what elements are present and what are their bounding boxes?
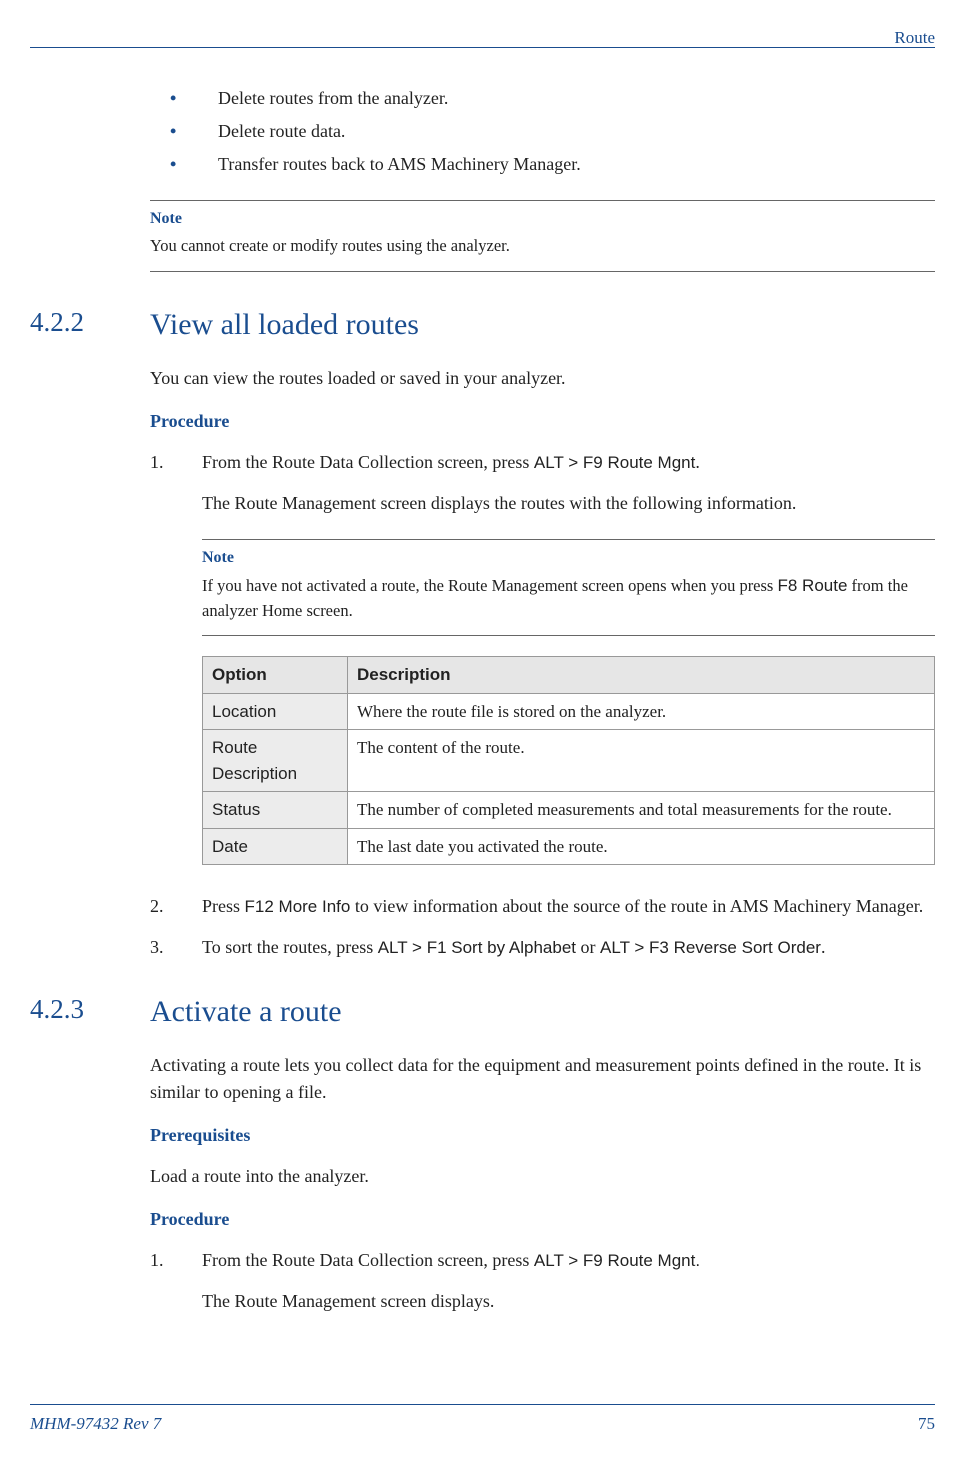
step-text-pre: To sort the routes, press [202, 937, 378, 957]
step-text: To sort the routes, press ALT > F1 Sort … [202, 934, 935, 961]
step-text-pre: Press [202, 896, 245, 916]
table-cell-option: Location [203, 693, 348, 730]
step-text-post: to view information about the source of … [350, 896, 923, 916]
table-cell-option: Route Description [203, 730, 348, 792]
step-text-post: . [821, 937, 826, 957]
page-content: • Delete routes from the analyzer. • Del… [30, 85, 935, 1329]
header-rule [30, 47, 935, 48]
prereq-label: Prerequisites [150, 1122, 935, 1149]
step-cmd: ALT > F9 Route Mgnt [534, 453, 695, 472]
note-label: Note [202, 546, 935, 570]
note-block: Note You cannot create or modify routes … [150, 200, 935, 272]
table-row: Location Where the route file is stored … [203, 693, 935, 730]
note-text: If you have not activated a route, the R… [202, 573, 935, 624]
procedure-step-2: 2. Press F12 More Info to view informati… [150, 893, 935, 920]
step-cmd: ALT > F1 Sort by Alphabet [378, 938, 576, 957]
note-text: You cannot create or modify routes using… [150, 234, 935, 259]
step-result: The Route Management screen displays the… [202, 490, 935, 517]
footer-rev: MHM-97432 Rev 7 [30, 1411, 161, 1437]
table-cell-desc: Where the route file is stored on the an… [348, 693, 935, 730]
table-cell-option: Date [203, 828, 348, 865]
table-row: Route Description The content of the rou… [203, 730, 935, 792]
note-cmd: F8 Route [777, 576, 847, 595]
step-number: 2. [150, 893, 202, 920]
step-text-post: . [695, 452, 700, 472]
step-text: From the Route Data Collection screen, p… [202, 449, 935, 476]
section-intro: Activating a route lets you collect data… [150, 1052, 935, 1106]
note-label: Note [150, 207, 935, 231]
table-header-row: Option Description [203, 657, 935, 694]
step-number: 3. [150, 934, 202, 961]
step-text-pre: From the Route Data Collection screen, p… [202, 1250, 534, 1270]
bullet-text: Delete routes from the analyzer. [218, 85, 935, 112]
bullet-item: • Delete routes from the analyzer. [170, 85, 935, 112]
options-table: Option Description Location Where the ro… [202, 656, 935, 865]
step-cmd: F12 More Info [245, 897, 351, 916]
table-cell-desc: The number of completed measurements and… [348, 792, 935, 829]
note-pre: If you have not activated a route, the R… [202, 576, 777, 595]
prereq-text: Load a route into the analyzer. [150, 1163, 935, 1190]
footer-rule [30, 1404, 935, 1405]
step-number: 1. [150, 449, 202, 476]
step-cmd: ALT > F9 Route Mgnt. [534, 1251, 700, 1270]
procedure-step-1: 1. From the Route Data Collection screen… [150, 449, 935, 476]
step-result: The Route Management screen displays. [202, 1288, 935, 1315]
step-number: 1. [150, 1247, 202, 1274]
table-row: Date The last date you activated the rou… [203, 828, 935, 865]
procedure-label: Procedure [150, 1206, 935, 1233]
section-heading-423: 4.2.3 Activate a route [30, 989, 935, 1034]
section-number: 4.2.2 [30, 302, 150, 347]
bullet-text: Delete route data. [218, 118, 935, 145]
procedure-step-3: 3. To sort the routes, press ALT > F1 So… [150, 934, 935, 961]
procedure-step-1: 1. From the Route Data Collection screen… [150, 1247, 935, 1274]
step-text: Press F12 More Info to view information … [202, 893, 935, 920]
bullet-list: • Delete routes from the analyzer. • Del… [170, 85, 935, 178]
note-block: Note If you have not activated a route, … [202, 539, 935, 637]
step-text-pre: From the Route Data Collection screen, p… [202, 452, 534, 472]
step-cmd: ALT > F3 Reverse Sort Order [600, 938, 821, 957]
section-number: 4.2.3 [30, 989, 150, 1034]
table-cell-desc: The content of the route. [348, 730, 935, 792]
table-header-option: Option [203, 657, 348, 694]
table-row: Status The number of completed measureme… [203, 792, 935, 829]
bullet-text: Transfer routes back to AMS Machinery Ma… [218, 151, 935, 178]
footer-page-number: 75 [918, 1411, 935, 1437]
section-title: Activate a route [150, 989, 342, 1034]
procedure-label: Procedure [150, 408, 935, 435]
section-heading-422: 4.2.2 View all loaded routes [30, 302, 935, 347]
bullet-item: • Delete route data. [170, 118, 935, 145]
bullet-item: • Transfer routes back to AMS Machinery … [170, 151, 935, 178]
section-intro: You can view the routes loaded or saved … [150, 365, 935, 392]
bullet-icon: • [170, 118, 218, 145]
page-footer: MHM-97432 Rev 7 75 [30, 1404, 935, 1437]
table-cell-option: Status [203, 792, 348, 829]
step-text-mid: or [576, 937, 600, 957]
table-cell-desc: The last date you activated the route. [348, 828, 935, 865]
table-header-description: Description [348, 657, 935, 694]
step-text: From the Route Data Collection screen, p… [202, 1247, 935, 1274]
bullet-icon: • [170, 151, 218, 178]
bullet-icon: • [170, 85, 218, 112]
section-title: View all loaded routes [150, 302, 419, 347]
